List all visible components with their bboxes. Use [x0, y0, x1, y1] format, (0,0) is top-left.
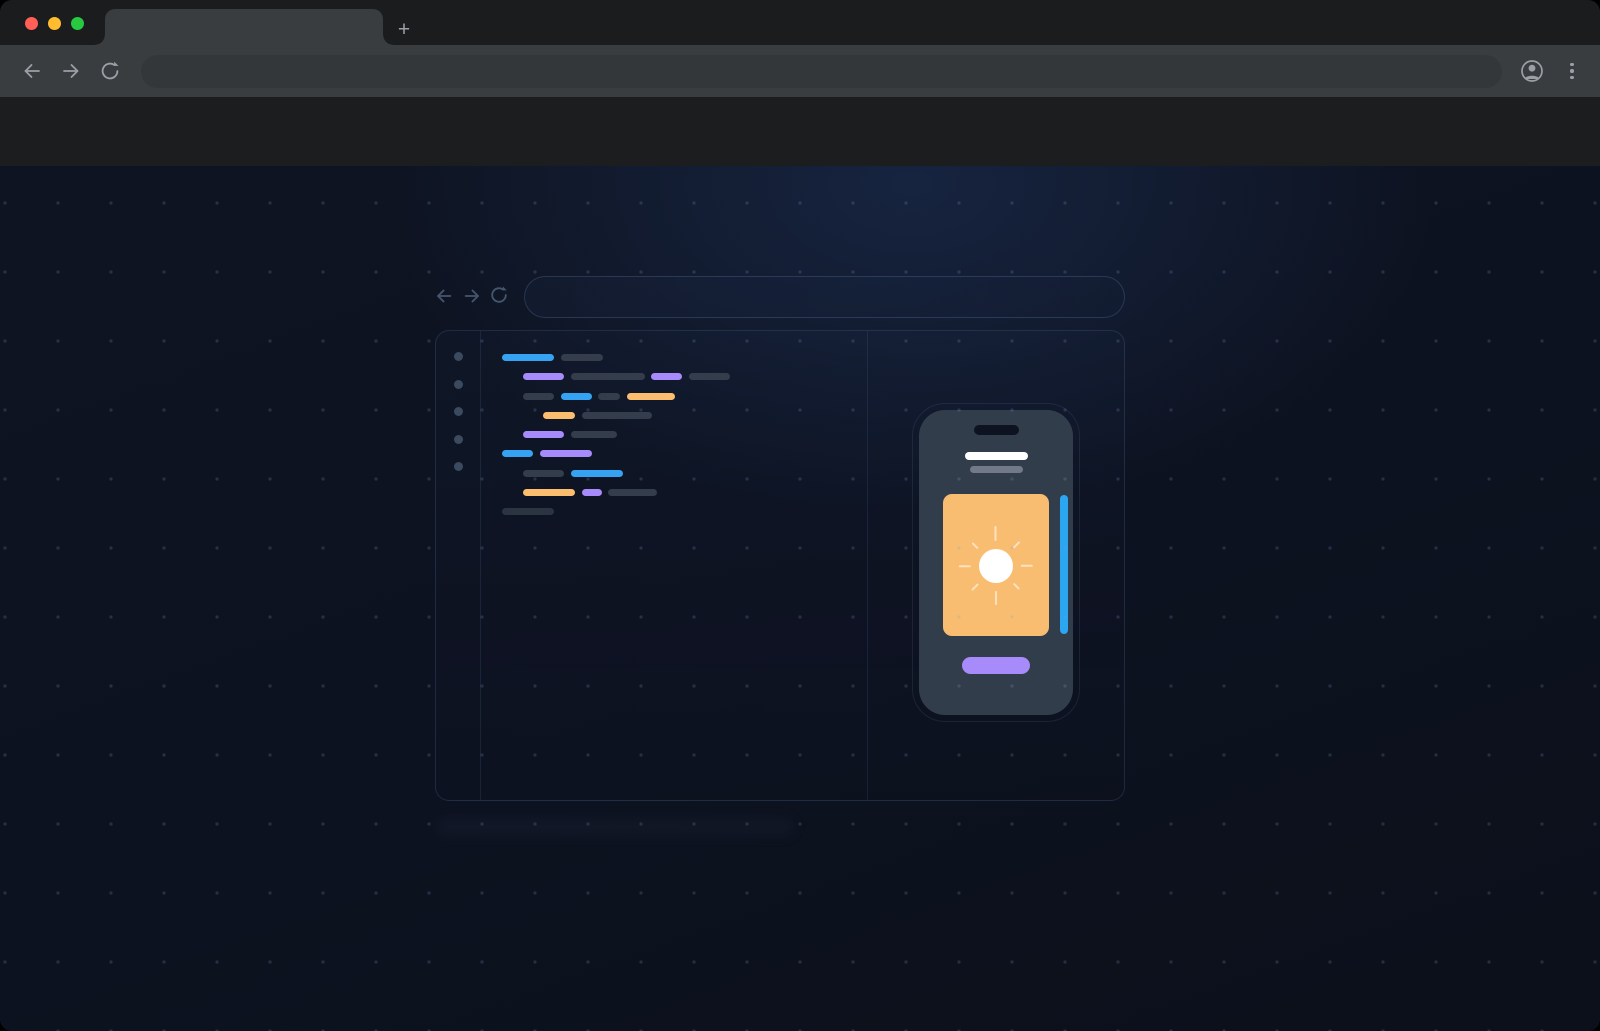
- reload-icon: [98, 59, 122, 83]
- sun-ray: [1021, 565, 1033, 567]
- forward-button[interactable]: [59, 59, 83, 83]
- reload-button[interactable]: [98, 59, 122, 83]
- code-token-orange: [523, 489, 575, 497]
- sun-ray: [971, 583, 979, 591]
- code-token-purple: [539, 450, 592, 458]
- gutter-dot: [453, 462, 463, 471]
- code-token-blue: [570, 469, 623, 477]
- illustration-forward-button: [461, 285, 483, 307]
- forward-arrow-icon: [461, 285, 483, 307]
- kebab-dot: [1570, 62, 1574, 67]
- code-token-orange: [626, 392, 675, 400]
- code-token-gray: [523, 469, 564, 477]
- tab-strip: +: [0, 0, 1600, 45]
- traffic-light-zoom[interactable]: [71, 17, 84, 30]
- traffic-light-minimize[interactable]: [48, 17, 61, 30]
- back-button[interactable]: [20, 59, 44, 83]
- back-arrow-icon: [20, 59, 44, 83]
- code-skeleton: [482, 331, 868, 800]
- code-token-gray: [570, 431, 617, 439]
- forward-arrow-icon: [59, 59, 83, 83]
- code-token-blue: [560, 392, 592, 400]
- traffic-lights: [25, 17, 84, 30]
- code-line: [523, 489, 867, 497]
- code-token-gray: [523, 392, 554, 400]
- code-token-purple: [651, 373, 682, 381]
- browser-window: +: [0, 0, 1600, 1031]
- profile-button[interactable]: [1518, 57, 1546, 85]
- sun-ray: [1013, 541, 1021, 549]
- browser-toolbar: [0, 45, 1600, 97]
- code-line: [523, 469, 867, 477]
- code-token-purple: [523, 431, 564, 439]
- sun-ray: [995, 591, 997, 605]
- panel-reflection: [435, 818, 795, 836]
- new-tab-button[interactable]: +: [391, 16, 417, 42]
- traffic-light-close[interactable]: [25, 17, 38, 30]
- illustration-reload-button: [488, 284, 510, 306]
- code-token-purple: [523, 373, 564, 381]
- sun-ray: [959, 565, 971, 567]
- code-token-blue: [502, 354, 554, 361]
- code-token-blue: [502, 450, 533, 458]
- gutter-dot: [453, 379, 463, 389]
- code-token-gray: [608, 489, 657, 497]
- phone-cta-button: [962, 657, 1030, 674]
- code-token-orange: [543, 411, 575, 419]
- kebab-dot: [1570, 75, 1574, 80]
- code-line: [502, 508, 867, 516]
- code-token-gray: [570, 373, 645, 381]
- code-line: [502, 354, 867, 361]
- url-bar[interactable]: [141, 54, 1502, 88]
- phone-subtitle-bar: [970, 466, 1023, 473]
- chrome-substrip: [0, 97, 1600, 166]
- illustration-url-bar: [524, 276, 1125, 318]
- phone-mockup: [912, 403, 1080, 722]
- sun-ray: [972, 542, 979, 549]
- code-line: [523, 392, 867, 400]
- profile-icon: [1519, 58, 1545, 84]
- code-token-gray: [688, 373, 730, 381]
- sun-ray: [1013, 583, 1020, 590]
- code-line: [502, 450, 867, 458]
- gutter-dot: [453, 352, 463, 361]
- phone-notch: [974, 425, 1019, 435]
- phone-scrollbar: [1060, 495, 1068, 634]
- menu-button[interactable]: [1562, 59, 1582, 83]
- editor-gutter: [436, 331, 481, 800]
- code-token-gray: [560, 354, 603, 361]
- sun-ray: [995, 526, 997, 541]
- code-token-gray: [598, 392, 620, 400]
- kebab-dot: [1570, 69, 1574, 73]
- code-line: [523, 431, 867, 439]
- code-line: [543, 411, 867, 419]
- code-line: [523, 373, 867, 381]
- browser-tab-active[interactable]: [95, 9, 393, 45]
- gutter-dot: [453, 407, 463, 416]
- phone-title-bar: [965, 452, 1028, 460]
- code-token-gray: [581, 411, 652, 419]
- plus-icon: +: [397, 17, 411, 41]
- illustration-back-button: [433, 285, 455, 307]
- sun-core: [979, 549, 1013, 583]
- code-token-purple: [581, 489, 602, 497]
- page-content: [0, 166, 1600, 1031]
- phone-hero-image: [943, 494, 1049, 636]
- back-arrow-icon: [433, 285, 455, 307]
- gutter-dot: [453, 434, 463, 444]
- code-token-gray-faded: [502, 508, 554, 516]
- reload-icon: [488, 284, 510, 306]
